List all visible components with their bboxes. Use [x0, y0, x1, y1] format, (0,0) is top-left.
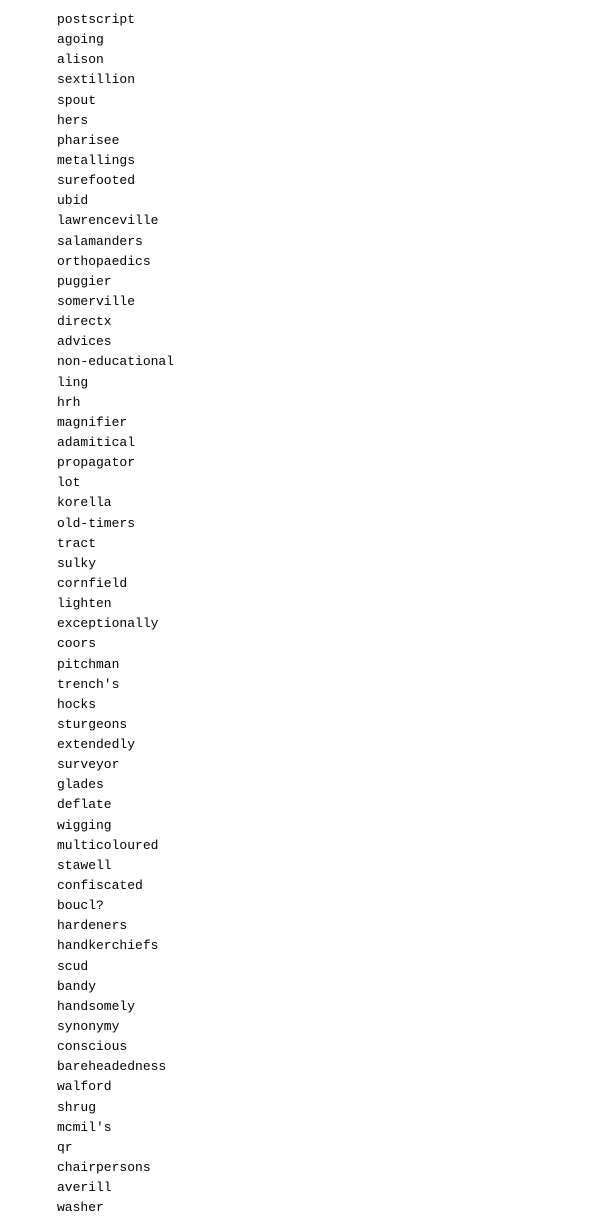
- list-item: handsomely: [57, 997, 555, 1017]
- list-item: sturgeons: [57, 715, 555, 735]
- list-item: glades: [57, 775, 555, 795]
- list-item: stawell: [57, 856, 555, 876]
- list-item: agoing: [57, 30, 555, 50]
- list-item: metallings: [57, 151, 555, 171]
- list-item: hers: [57, 111, 555, 131]
- list-item: synonymy: [57, 1017, 555, 1037]
- list-item: tract: [57, 534, 555, 554]
- list-item: trench's: [57, 675, 555, 695]
- list-item: korella: [57, 493, 555, 513]
- list-item: advices: [57, 332, 555, 352]
- list-item: surveyor: [57, 755, 555, 775]
- list-item: postscript: [57, 10, 555, 30]
- list-item: puggier: [57, 272, 555, 292]
- list-item: spout: [57, 91, 555, 111]
- list-item: lighten: [57, 594, 555, 614]
- list-item: shrug: [57, 1098, 555, 1118]
- list-item: conscious: [57, 1037, 555, 1057]
- list-item: bandy: [57, 977, 555, 997]
- list-item: ubid: [57, 191, 555, 211]
- list-item: coors: [57, 634, 555, 654]
- list-item: surefooted: [57, 171, 555, 191]
- list-item: handkerchiefs: [57, 936, 555, 956]
- list-item: somerville: [57, 292, 555, 312]
- list-item: scud: [57, 957, 555, 977]
- list-item: cornfield: [57, 574, 555, 594]
- list-item: magnifier: [57, 413, 555, 433]
- list-item: alison: [57, 50, 555, 70]
- list-item: chairpersons: [57, 1158, 555, 1178]
- list-item: hrh: [57, 393, 555, 413]
- list-item: pitchman: [57, 655, 555, 675]
- list-item: boucl?: [57, 896, 555, 916]
- list-item: bareheadedness: [57, 1057, 555, 1077]
- list-item: averill: [57, 1178, 555, 1198]
- list-item: hardeners: [57, 916, 555, 936]
- list-item: old-timers: [57, 514, 555, 534]
- list-item: sextillion: [57, 70, 555, 90]
- list-item: multicoloured: [57, 836, 555, 856]
- list-item: deflate: [57, 795, 555, 815]
- list-item: walford: [57, 1077, 555, 1097]
- list-item: ling: [57, 373, 555, 393]
- list-item: propagator: [57, 453, 555, 473]
- word-list: postscriptagoingalisonsextillionspouther…: [57, 10, 555, 1218]
- list-item: exceptionally: [57, 614, 555, 634]
- list-item: salamanders: [57, 232, 555, 252]
- list-item: mcmil's: [57, 1118, 555, 1138]
- list-item: non-educational: [57, 352, 555, 372]
- list-item: wigging: [57, 816, 555, 836]
- list-item: confiscated: [57, 876, 555, 896]
- list-item: directx: [57, 312, 555, 332]
- list-item: lawrenceville: [57, 211, 555, 231]
- list-item: extendedly: [57, 735, 555, 755]
- list-item: washer: [57, 1198, 555, 1218]
- list-item: orthopaedics: [57, 252, 555, 272]
- list-item: qr: [57, 1138, 555, 1158]
- list-item: lot: [57, 473, 555, 493]
- list-item: hocks: [57, 695, 555, 715]
- list-item: pharisee: [57, 131, 555, 151]
- list-item: sulky: [57, 554, 555, 574]
- list-item: adamitical: [57, 433, 555, 453]
